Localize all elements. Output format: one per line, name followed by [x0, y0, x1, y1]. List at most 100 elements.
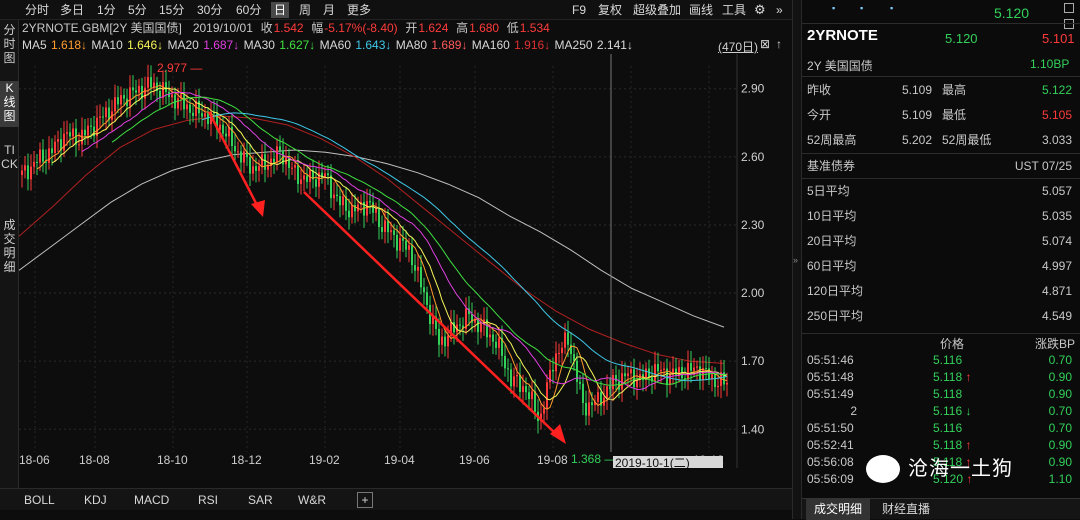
add-indicator-icon[interactable]: +: [357, 492, 373, 508]
candle-body: [636, 380, 638, 388]
candle-body: [669, 373, 671, 386]
f9-button[interactable]: F9: [572, 2, 586, 18]
period-tab[interactable]: 分时: [22, 2, 52, 18]
overlay-button[interactable]: 超级叠加: [633, 2, 681, 18]
period-toolbar: 分时 多日 1分 5分 15分 30分 60分 日 周 月 更多 F9 复权 超…: [0, 0, 792, 20]
pin-icon[interactable]: ▪: [860, 3, 863, 13]
candle-body: [675, 368, 677, 376]
window-icon[interactable]: [1064, 3, 1074, 13]
indicator-tab[interactable]: KDJ: [84, 492, 107, 508]
tab-intraday[interactable]: 分时图: [0, 23, 19, 69]
average-value: 4.871: [1041, 284, 1072, 298]
indicator-tab[interactable]: RSI: [198, 492, 218, 508]
ma-label: MA250: [554, 38, 593, 52]
tab-tick[interactable]: TICK: [0, 143, 19, 203]
candle-body: [165, 82, 167, 92]
window-icon[interactable]: [1064, 19, 1074, 29]
candle-body: [411, 245, 413, 266]
benchmark-label: 基准债券: [807, 159, 856, 173]
candle-body: [387, 220, 389, 233]
quote-info-bar: 2YRNOTE.GBM[2Y 美国国债] 2019/10/01 收1.542 幅…: [19, 20, 792, 36]
candle-body: [495, 341, 497, 348]
bars-count[interactable]: (470日): [718, 38, 758, 55]
period-tab[interactable]: 1分: [94, 2, 119, 18]
stat-row: 昨收 5.109 最高 5.122: [807, 78, 1077, 103]
average-value: 5.074: [1041, 234, 1072, 248]
candle-body: [21, 170, 23, 175]
period-tab-active[interactable]: 日: [271, 2, 290, 18]
candle-body: [375, 208, 377, 213]
candle-body: [225, 133, 227, 137]
tick-price-value: 5.116: [933, 421, 963, 435]
candle-body: [243, 151, 245, 163]
ma-value: 1.916↓: [514, 38, 551, 52]
stat-row: 52周最高 5.202 52周最低 3.033: [807, 128, 1077, 153]
tick-price: 5.116: [933, 420, 962, 437]
period-tab[interactable]: 60分: [233, 2, 264, 18]
period-tab[interactable]: 周: [296, 2, 314, 18]
candle-body: [117, 97, 119, 105]
candle-body: [579, 381, 581, 384]
tick-price: 5.118: [933, 386, 962, 403]
period-tab[interactable]: 30分: [194, 2, 225, 18]
candle-body: [543, 408, 545, 414]
pin-icon[interactable]: ▪: [832, 3, 835, 13]
tab-trade-detail-panel[interactable]: 成交明细: [806, 499, 871, 520]
indicator-tab[interactable]: SAR: [248, 492, 273, 508]
period-tab[interactable]: 多日: [57, 2, 87, 18]
tab-live[interactable]: 财经直播: [874, 499, 938, 520]
collapse-icon: »: [793, 255, 799, 265]
candle-body: [339, 196, 341, 206]
ma-legend: MA5 1.618↓ MA10 1.646↓ MA20 1.687↓ MA30 …: [19, 37, 792, 53]
fuquan-button[interactable]: 复权: [598, 2, 622, 18]
period-tab[interactable]: 5分: [125, 2, 150, 18]
average-label: 10日平均: [807, 209, 857, 223]
ma-label: MA60: [319, 38, 351, 52]
candle-body: [438, 328, 440, 345]
watermark-text: 沧海一土狗: [908, 458, 1013, 480]
settings-icon[interactable]: ⚙: [754, 2, 766, 18]
more-periods[interactable]: 更多: [344, 2, 374, 18]
kline-chart[interactable]: 2.90 2.60 2.30 2.00 1.70 1.40 18-06 18-08 18-10 1…: [19, 54, 792, 468]
period-tab[interactable]: 月: [320, 2, 338, 18]
pin-icon[interactable]: ▪: [890, 3, 893, 13]
ask-price: 5.101: [1042, 31, 1075, 46]
candle-body: [123, 95, 125, 99]
stat-value: 5.109: [901, 83, 932, 97]
candle-body: [504, 355, 506, 369]
candle-body: [129, 87, 131, 106]
bid-price: 5.120: [945, 31, 978, 46]
draw-line-button[interactable]: 画线: [689, 2, 713, 18]
tick-bp: 0.90: [1048, 370, 1072, 384]
close-icon[interactable]: ⊠: [760, 37, 770, 51]
expand-icon[interactable]: »: [776, 2, 783, 18]
tab-trade-detail[interactable]: 成交明细: [0, 218, 19, 278]
up-icon[interactable]: ↑: [776, 37, 782, 51]
candle-body: [171, 94, 173, 98]
candle-body: [120, 95, 122, 105]
candle-body: [24, 165, 26, 171]
bar-date: 2019/10/01: [192, 21, 253, 35]
candle-body: [252, 166, 254, 174]
candle-body: [597, 392, 599, 402]
indicator-tab[interactable]: BOLL: [24, 492, 55, 508]
tab-kline[interactable]: K线图: [0, 81, 19, 127]
candle-body: [534, 391, 536, 412]
indicator-tab[interactable]: W&R: [298, 492, 326, 508]
stat-value: 5.105: [1041, 108, 1072, 122]
candle-body: [555, 353, 557, 372]
period-tab[interactable]: 15分: [156, 2, 187, 18]
stat-label: 昨收: [807, 83, 832, 97]
instrument-name: 2Y 美国国债: [807, 59, 873, 73]
stat-label: 52周最低: [942, 133, 992, 147]
price-header: 价格: [940, 337, 965, 351]
y-tick-label: 2.60: [741, 150, 765, 164]
indicator-tab[interactable]: MACD: [134, 492, 169, 508]
ma-label: MA160: [471, 38, 510, 52]
ma-label: MA80: [395, 38, 428, 52]
panel-collapse-handle[interactable]: »: [792, 0, 802, 519]
tools-button[interactable]: 工具: [722, 2, 746, 18]
ma-value: 1.618↓: [51, 38, 88, 52]
candle-body: [627, 373, 629, 377]
average-label: 120日平均: [807, 284, 864, 298]
